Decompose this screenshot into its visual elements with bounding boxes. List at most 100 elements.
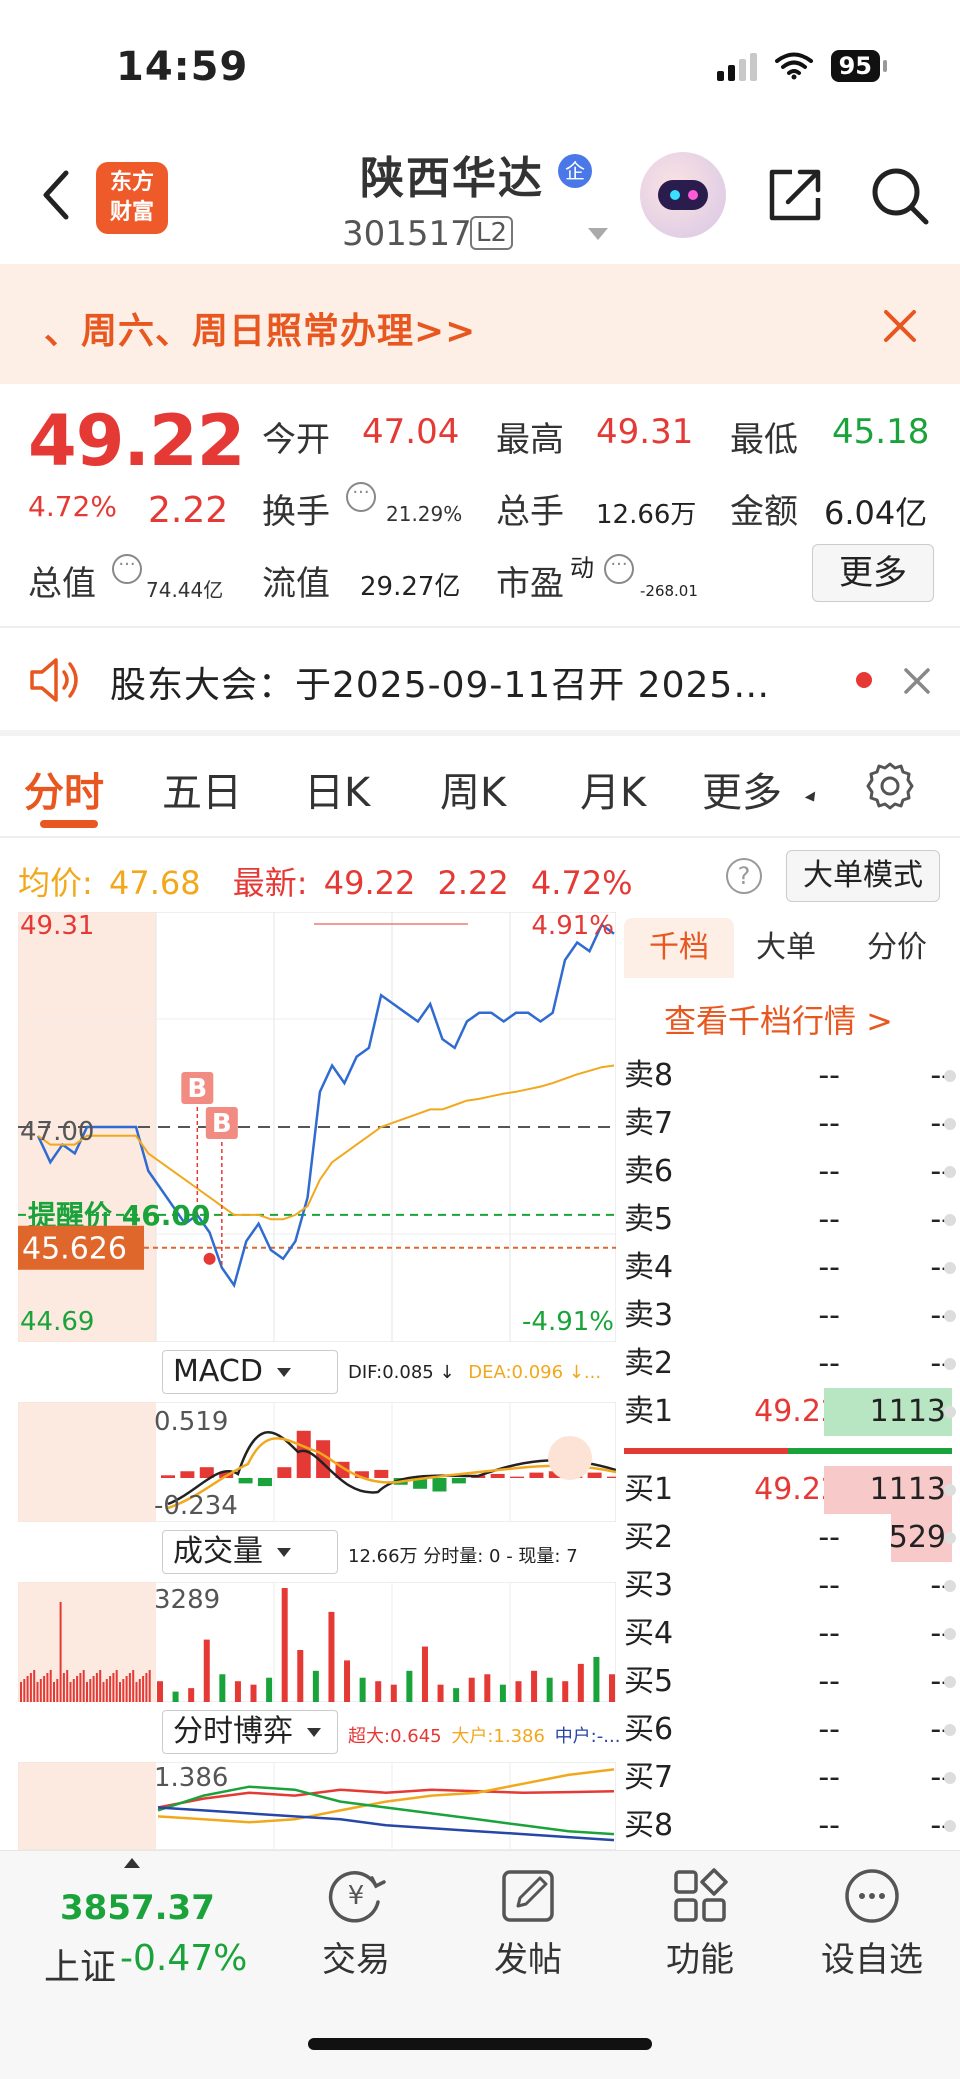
more-circle-icon — [845, 1869, 899, 1923]
chevron-up-icon[interactable] — [124, 1858, 140, 1868]
edit-icon — [502, 1870, 554, 1922]
ask-row[interactable]: 卖1 49.22 1113 — [624, 1388, 956, 1436]
help-icon[interactable]: ? — [726, 858, 762, 894]
eastmoney-logo[interactable]: 东方 财富 — [96, 162, 168, 234]
ask-row[interactable]: 卖3 -- -- — [624, 1292, 956, 1340]
level-price: 49.22 — [754, 1472, 840, 1507]
signal-icon — [716, 51, 757, 81]
chevron-down-icon — [277, 1548, 291, 1557]
macd-min-label: -0.234 — [154, 1491, 238, 1521]
low-label: 最低 — [730, 420, 798, 460]
level-volume: -- — [930, 1058, 952, 1093]
level-label: 卖7 — [624, 1106, 674, 1141]
pre-market-volume-bar — [66, 1670, 69, 1702]
more-button[interactable]: 更多 — [812, 544, 934, 602]
robot-eye — [670, 190, 680, 200]
float-label: 流值 — [262, 564, 330, 604]
level-price: -- — [818, 1154, 840, 1189]
tab-monthly-k[interactable]: 月K — [580, 760, 646, 818]
stock-code[interactable]: 301517 — [342, 214, 472, 254]
level-label: 买1 — [624, 1472, 674, 1507]
stock-name[interactable]: 陕西华达 — [360, 142, 544, 206]
game-dropdown[interactable]: 分时博弈 — [162, 1710, 338, 1754]
nav-add-watchlist[interactable]: 设自选 — [812, 1866, 932, 1981]
nav-functions[interactable]: 功能 — [640, 1866, 760, 1981]
bid-row[interactable]: 买6 -- -- — [624, 1706, 956, 1754]
tab-price-distribution[interactable]: 分价 — [842, 918, 952, 978]
more-dots-icon[interactable]: ··· — [112, 554, 142, 584]
more-dots-icon[interactable]: ··· — [604, 554, 634, 584]
mktcap-value: 74.44亿 — [146, 578, 224, 602]
index-change-pct[interactable]: -0.47% — [120, 1938, 247, 1979]
volume-dropdown[interactable]: 成交量 — [162, 1530, 338, 1574]
game-chart[interactable]: 1.386 — [18, 1762, 616, 1850]
bid-row[interactable]: 买4 -- -- — [624, 1610, 956, 1658]
gear-icon[interactable] — [864, 760, 916, 812]
ask-row[interactable]: 卖6 -- -- — [624, 1148, 956, 1196]
pct-min-label: -4.91% — [522, 1307, 614, 1337]
tab-qiandang[interactable]: 千档 — [624, 918, 734, 978]
tab-weekly-k[interactable]: 周K — [440, 760, 506, 818]
announcement-text[interactable]: 股东大会：于2025-09-11召开 2025… — [110, 656, 770, 708]
indicator-expand-icon[interactable] — [548, 1436, 592, 1480]
level-label: 买2 — [624, 1520, 674, 1555]
level-label: 卖1 — [624, 1394, 674, 1429]
bid-row[interactable]: 买2 --529 — [624, 1514, 956, 1562]
tab-fenshi[interactable]: 分时 — [24, 760, 104, 818]
level-price: -- — [818, 1760, 840, 1795]
pre-market-volume-bar — [122, 1679, 125, 1702]
macd-chart[interactable]: 0.519 -0.234 — [18, 1402, 616, 1522]
bid-row[interactable]: 买1 49.22 1113 — [624, 1466, 956, 1514]
intraday-chart[interactable]: BB 49.31 47.00 44.69 4.91% -4.91% 提醒价 46… — [18, 912, 616, 1342]
pre-market-volume-bar — [62, 1673, 65, 1702]
close-icon[interactable] — [880, 306, 920, 346]
game-super-info: 超大:0.645 — [348, 1726, 442, 1747]
bid-row[interactable]: 买5 -- -- — [624, 1658, 956, 1706]
close-icon[interactable] — [902, 666, 932, 696]
bid-row[interactable]: 买8 -- -- — [624, 1802, 956, 1850]
more-dots-icon[interactable]: ··· — [346, 482, 376, 512]
big-order-mode-button[interactable]: 大单模式 — [786, 850, 940, 902]
volume-value: 12.66万 — [596, 500, 697, 530]
status-dot — [944, 1724, 956, 1736]
level-label: 卖2 — [624, 1346, 674, 1381]
ask-row[interactable]: 卖5 -- -- — [624, 1196, 956, 1244]
tab-big-order[interactable]: 大单 — [736, 918, 836, 978]
ask-row[interactable]: 卖2 -- -- — [624, 1340, 956, 1388]
latest-change: 2.22 — [437, 864, 509, 902]
tab-more[interactable]: 更多 — [702, 760, 782, 818]
index-name[interactable]: 上证 — [44, 1938, 116, 1990]
float-value: 29.27亿 — [360, 572, 461, 602]
bid-row[interactable]: 买7 -- -- — [624, 1754, 956, 1802]
chevron-down-icon[interactable] — [588, 228, 608, 240]
home-indicator[interactable] — [308, 2038, 652, 2050]
pre-market-volume-bar — [72, 1679, 75, 1702]
latest-pct: 4.72% — [530, 864, 633, 902]
view-qiandang-link[interactable]: 查看千档行情 > — [664, 996, 893, 1042]
volume-bar — [453, 1688, 460, 1702]
nav-post[interactable]: 发帖 — [468, 1866, 588, 1981]
macd-dropdown[interactable]: MACD — [162, 1350, 338, 1394]
bid-row[interactable]: 买3 -- -- — [624, 1562, 956, 1610]
tab-daily-k[interactable]: 日K — [304, 760, 370, 818]
svg-text:¥: ¥ — [348, 1881, 365, 1911]
share-icon[interactable] — [764, 164, 826, 226]
back-button[interactable] — [36, 165, 76, 225]
notice-text[interactable]: 、周六、周日照常办理>> — [44, 302, 476, 354]
ask-row[interactable]: 卖4 -- -- — [624, 1244, 956, 1292]
pre-market-volume-bar — [49, 1670, 52, 1702]
search-icon[interactable] — [868, 164, 932, 228]
tab-five-day[interactable]: 五日 — [162, 760, 242, 818]
nav-trade[interactable]: ¥ 交易 — [296, 1866, 416, 1981]
chevron-left-icon — [43, 170, 69, 220]
volume-chart[interactable]: 3289 — [18, 1582, 616, 1702]
nav-post-label: 发帖 — [494, 1940, 562, 1980]
level2-badge: L2 — [470, 216, 514, 250]
index-value[interactable]: 3857.37 — [60, 1888, 215, 1928]
level-volume: -- — [930, 1664, 952, 1699]
low-value: 45.18 — [832, 412, 930, 452]
macd-bar — [510, 1476, 525, 1478]
ask-row[interactable]: 卖8 -- -- — [624, 1052, 956, 1100]
ask-row[interactable]: 卖7 -- -- — [624, 1100, 956, 1148]
volume-bar — [312, 1670, 319, 1702]
